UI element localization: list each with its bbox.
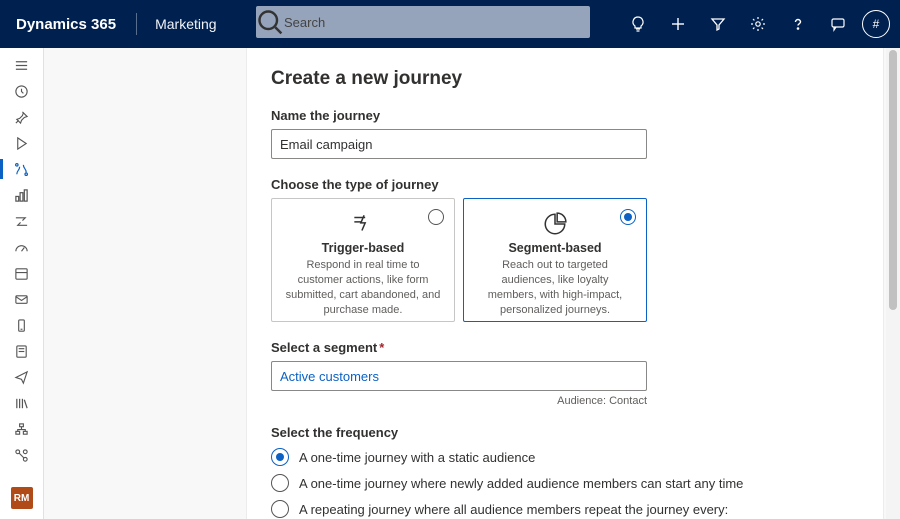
nav-play-icon[interactable] bbox=[0, 130, 44, 156]
filter-icon[interactable] bbox=[698, 0, 738, 48]
nav-journeys-icon[interactable] bbox=[0, 156, 44, 182]
scrollbar[interactable] bbox=[886, 48, 900, 519]
nav-calendar-icon[interactable] bbox=[0, 260, 44, 286]
nav-analytics-icon[interactable] bbox=[0, 182, 44, 208]
nav-library-icon[interactable] bbox=[0, 390, 44, 416]
radio-icon bbox=[271, 474, 289, 492]
left-nav-rail: RM bbox=[0, 48, 44, 519]
freq-option-dynamic[interactable]: A one-time journey where newly added aud… bbox=[271, 474, 883, 492]
pie-icon bbox=[542, 211, 568, 237]
create-journey-panel: Create a new journey Name the journey Ch… bbox=[246, 48, 884, 519]
header-actions: # bbox=[618, 0, 900, 48]
user-avatar[interactable]: # bbox=[862, 10, 890, 38]
segment-label: Select a segment* bbox=[271, 340, 883, 355]
frequency-label: Select the frequency bbox=[271, 425, 883, 440]
nav-gauge-icon[interactable] bbox=[0, 234, 44, 260]
card-desc: Respond in real time to customer actions… bbox=[284, 258, 442, 317]
gear-icon[interactable] bbox=[738, 0, 778, 48]
freq-option-label: A one-time journey where newly added aud… bbox=[299, 476, 743, 491]
page-title: Create a new journey bbox=[271, 68, 883, 90]
help-icon[interactable] bbox=[778, 0, 818, 48]
card-segment-based[interactable]: Segment-based Reach out to targeted audi… bbox=[463, 198, 647, 322]
radio-icon bbox=[428, 209, 444, 225]
search-input[interactable] bbox=[284, 15, 590, 30]
freq-option-label: A repeating journey where all audience m… bbox=[299, 502, 728, 517]
radio-icon bbox=[620, 209, 636, 225]
journey-type-label: Choose the type of journey bbox=[271, 177, 883, 192]
nav-mobile-icon[interactable] bbox=[0, 312, 44, 338]
nav-send-icon[interactable] bbox=[0, 364, 44, 390]
area-switcher-badge[interactable]: RM bbox=[11, 487, 33, 509]
scrollbar-thumb[interactable] bbox=[889, 50, 897, 310]
nav-connect-icon[interactable] bbox=[0, 442, 44, 468]
main-area: Create a new journey Name the journey Ch… bbox=[44, 48, 900, 519]
module-title: Marketing bbox=[141, 16, 230, 32]
bolt-icon bbox=[350, 211, 376, 237]
nav-pin-icon[interactable] bbox=[0, 104, 44, 130]
nav-recent-icon[interactable] bbox=[0, 78, 44, 104]
journey-name-input[interactable] bbox=[271, 129, 647, 159]
lightbulb-icon[interactable] bbox=[618, 0, 658, 48]
global-search[interactable] bbox=[256, 6, 590, 38]
card-trigger-based[interactable]: Trigger-based Respond in real time to cu… bbox=[271, 198, 455, 322]
nav-flow-icon[interactable] bbox=[0, 208, 44, 234]
segment-input[interactable] bbox=[271, 361, 647, 391]
nav-org-icon[interactable] bbox=[0, 416, 44, 442]
card-title: Trigger-based bbox=[322, 241, 405, 255]
app-body: RM Create a new journey Name the journey… bbox=[0, 48, 900, 519]
freq-option-static[interactable]: A one-time journey with a static audienc… bbox=[271, 448, 883, 466]
journey-type-cards: Trigger-based Respond in real time to cu… bbox=[271, 198, 883, 322]
freq-option-repeat[interactable]: A repeating journey where all audience m… bbox=[271, 500, 883, 518]
nav-form-icon[interactable] bbox=[0, 338, 44, 364]
radio-icon bbox=[271, 448, 289, 466]
nav-mail-icon[interactable] bbox=[0, 286, 44, 312]
chat-icon[interactable] bbox=[818, 0, 858, 48]
card-title: Segment-based bbox=[508, 241, 601, 255]
brand-divider bbox=[136, 13, 137, 35]
search-icon bbox=[256, 8, 284, 36]
journey-name-label: Name the journey bbox=[271, 108, 883, 123]
nav-hamburger-icon[interactable] bbox=[0, 52, 44, 78]
audience-hint: Audience: Contact bbox=[271, 395, 647, 407]
plus-icon[interactable] bbox=[658, 0, 698, 48]
radio-icon bbox=[271, 500, 289, 518]
freq-option-label: A one-time journey with a static audienc… bbox=[299, 450, 535, 465]
brand-title: Dynamics 365 bbox=[0, 0, 132, 48]
card-desc: Reach out to targeted audiences, like lo… bbox=[476, 258, 634, 317]
app-header: Dynamics 365 Marketing # bbox=[0, 0, 900, 48]
